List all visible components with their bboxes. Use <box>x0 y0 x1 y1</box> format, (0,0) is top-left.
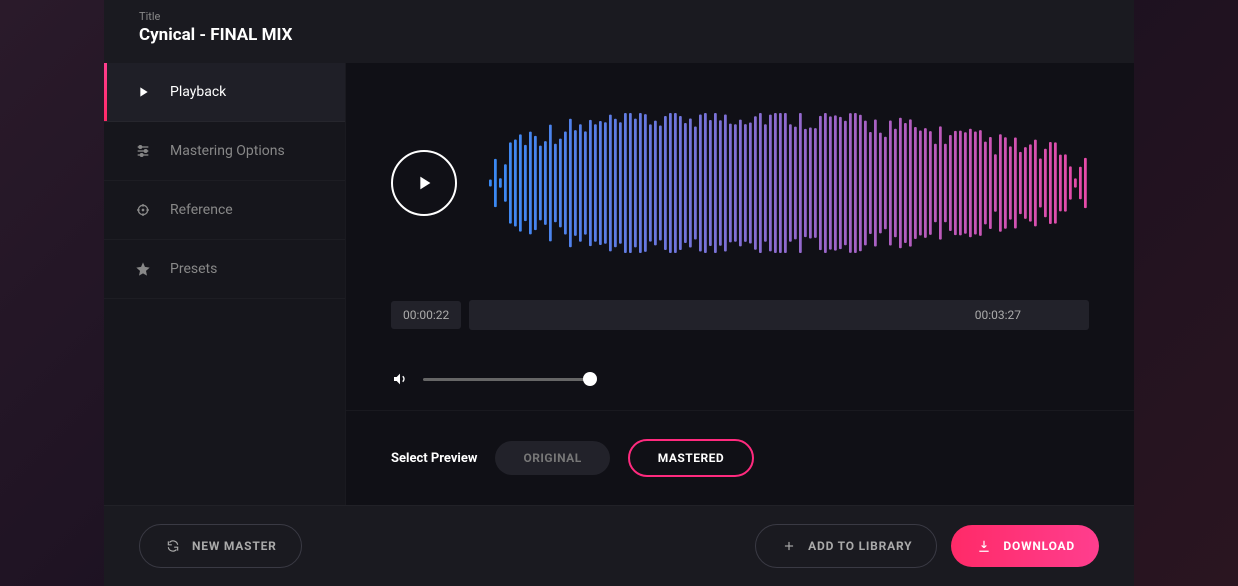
main: 00:00:22 00:03:27 Select Preview <box>346 63 1134 505</box>
preview-original[interactable]: ORIGINAL <box>495 441 609 475</box>
volume-thumb[interactable] <box>583 372 597 386</box>
sidebar-item-label: Reference <box>170 202 233 218</box>
download-icon <box>975 537 993 555</box>
page-title: Cynical - FINAL MIX <box>139 25 1099 45</box>
sliders-icon <box>134 142 152 160</box>
total-time: 00:03:27 <box>967 308 1029 322</box>
sidebar-item-label: Mastering Options <box>170 143 285 159</box>
button-label: ADD TO LIBRARY <box>808 539 912 553</box>
download-button[interactable]: DOWNLOAD <box>951 525 1099 567</box>
preview-selector: Select Preview ORIGINAL MASTERED <box>346 410 1134 505</box>
sidebar-item-label: Presets <box>170 261 217 277</box>
plus-icon <box>780 537 798 555</box>
current-time: 00:00:22 <box>391 301 461 329</box>
preview-mastered[interactable]: MASTERED <box>628 439 754 477</box>
sidebar-item-presets[interactable]: Presets <box>104 240 345 299</box>
button-label: DOWNLOAD <box>1003 539 1075 553</box>
sidebar-item-mastering[interactable]: Mastering Options <box>104 122 345 181</box>
sidebar: Playback Mastering Options Reference Pre… <box>104 63 346 505</box>
target-icon <box>134 201 152 219</box>
star-icon <box>134 260 152 278</box>
play-button[interactable] <box>391 150 457 216</box>
new-master-button[interactable]: NEW MASTER <box>139 524 302 568</box>
title-label: Title <box>139 10 1099 23</box>
sidebar-item-playback[interactable]: Playback <box>104 63 345 122</box>
sidebar-item-label: Playback <box>170 84 226 100</box>
refresh-icon <box>164 537 182 555</box>
sidebar-item-reference[interactable]: Reference <box>104 181 345 240</box>
waveform[interactable] <box>489 113 1089 253</box>
button-label: NEW MASTER <box>192 539 277 553</box>
volume-icon <box>391 370 409 388</box>
preview-label: Select Preview <box>391 451 477 466</box>
header: Title Cynical - FINAL MIX <box>104 0 1134 63</box>
footer: NEW MASTER ADD TO LIBRARY DOWNLOAD <box>104 505 1134 586</box>
volume-slider[interactable] <box>423 378 593 381</box>
play-icon <box>134 83 152 101</box>
add-library-button[interactable]: ADD TO LIBRARY <box>755 524 937 568</box>
